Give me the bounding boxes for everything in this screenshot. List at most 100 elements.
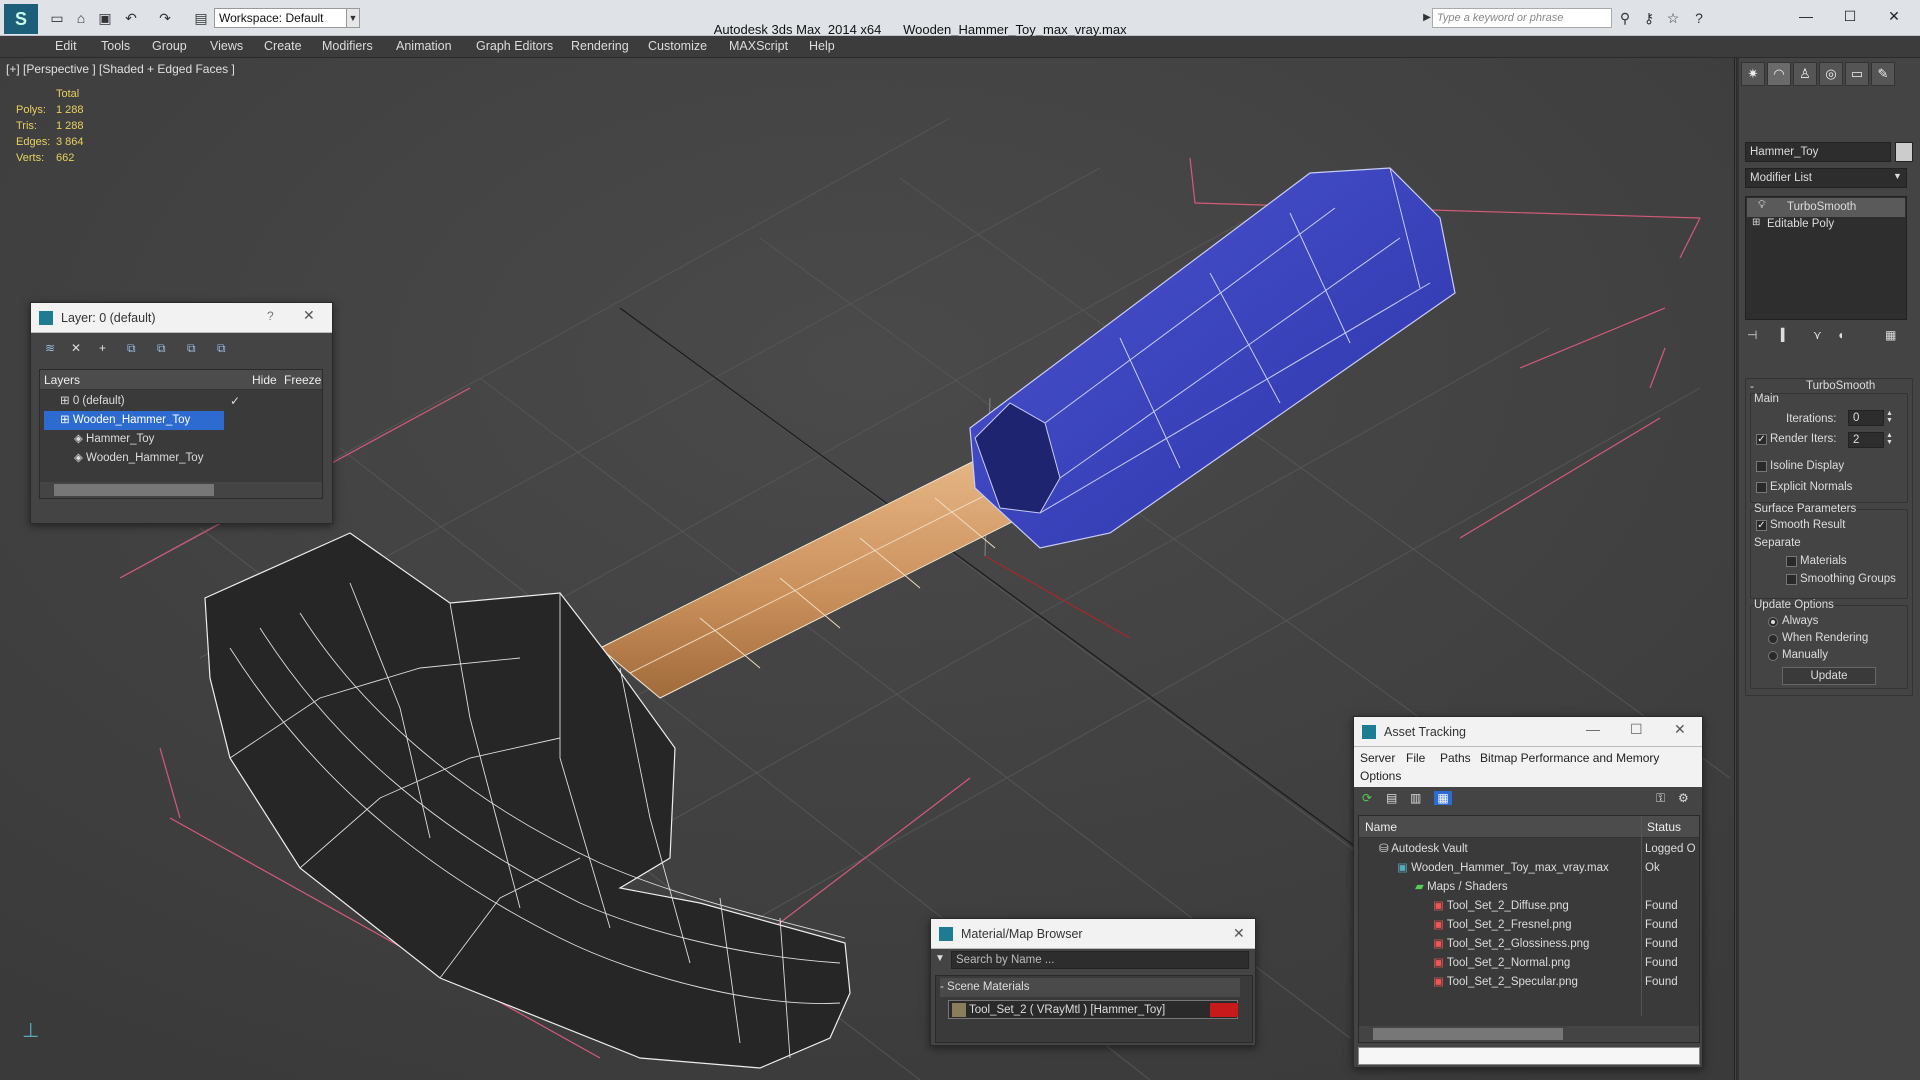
search-input[interactable]: Type a keyword or phrase: [1432, 8, 1612, 28]
close-icon[interactable]: ✕: [1674, 721, 1686, 738]
create-tab-icon[interactable]: ✷: [1741, 62, 1765, 86]
menu-server[interactable]: Server: [1360, 751, 1395, 765]
when-rendering-radio[interactable]: [1768, 634, 1778, 644]
asset-row[interactable]: ▣ Tool_Set_2_Diffuse.png: [1433, 897, 1569, 916]
asset-row[interactable]: ▣ Wooden_Hammer_Toy_max_vray.max: [1397, 859, 1609, 878]
menu-tools[interactable]: Tools: [101, 39, 130, 53]
material-search-input[interactable]: Search by Name ...: [951, 951, 1249, 969]
column-name[interactable]: Name: [1365, 817, 1397, 837]
save-file-icon[interactable]: ▣: [96, 9, 114, 27]
key-icon[interactable]: ⚷: [1640, 9, 1658, 27]
asset-row[interactable]: ▰ Maps / Shaders: [1415, 878, 1508, 897]
tree-view-icon[interactable]: ▥: [1410, 791, 1421, 805]
open-file-icon[interactable]: ⌂: [72, 9, 90, 27]
iterations-spinner[interactable]: 0: [1848, 410, 1884, 426]
pin-stack-icon[interactable]: ⊣: [1747, 328, 1757, 342]
make-unique-icon[interactable]: ⋎: [1813, 328, 1822, 342]
manually-radio[interactable]: [1768, 651, 1778, 661]
scrollbar-thumb[interactable]: [54, 484, 214, 496]
spinner-arrows-icon[interactable]: ▲ ▼: [1886, 410, 1893, 424]
menu-views[interactable]: Views: [210, 39, 243, 53]
close-button[interactable]: ✕: [1872, 4, 1916, 28]
layer-row-selected[interactable]: ⊞ Wooden_Hammer_Toy: [44, 411, 224, 430]
asset-row[interactable]: ▣ Tool_Set_2_Normal.png: [1433, 954, 1570, 973]
column-layers[interactable]: Layers: [44, 370, 80, 390]
remove-modifier-icon[interactable]: ◖: [1837, 328, 1844, 342]
viewport-label[interactable]: [+] [Perspective ] [Shaded + Edged Faces…: [6, 62, 235, 76]
scene-materials-group[interactable]: - Scene Materials: [940, 978, 1240, 997]
star-icon[interactable]: ☆: [1664, 9, 1682, 27]
expand-icon[interactable]: ⊞: [1752, 217, 1760, 228]
spinner-arrows-icon[interactable]: ▲ ▼: [1886, 432, 1893, 446]
rollout-title[interactable]: TurboSmooth: [1806, 380, 1875, 392]
asset-row[interactable]: ⛁ Autodesk Vault: [1379, 840, 1468, 859]
chevron-down-icon[interactable]: ▼: [1893, 171, 1902, 181]
menu-modifiers[interactable]: Modifiers: [322, 39, 373, 53]
menu-edit[interactable]: Edit: [55, 39, 77, 53]
configure-sets-icon[interactable]: ▦: [1885, 328, 1896, 342]
list-view-icon[interactable]: ▤: [1386, 791, 1397, 805]
maximize-icon[interactable]: ☐: [1630, 721, 1643, 738]
material-item[interactable]: Tool_Set_2 ( VRayMtl ) [Hammer_Toy]: [948, 1000, 1238, 1019]
hierarchy-tab-icon[interactable]: ♙: [1793, 62, 1817, 86]
asset-tracking-title[interactable]: Asset Tracking: [1354, 717, 1702, 747]
add-layer-icon[interactable]: +: [99, 341, 106, 355]
highlight-layer-icon[interactable]: ⧉: [187, 341, 196, 356]
horizontal-scrollbar[interactable]: [40, 482, 322, 498]
asset-row[interactable]: ▣ Tool_Set_2_Specular.png: [1433, 973, 1578, 992]
binoculars-icon[interactable]: ⚲: [1616, 9, 1634, 27]
menu-maxscript[interactable]: MAXScript: [729, 39, 788, 53]
add-selection-icon[interactable]: ⧉: [127, 341, 136, 356]
explicit-normals-checkbox[interactable]: [1756, 482, 1767, 493]
smoothing-groups-checkbox[interactable]: [1786, 574, 1797, 585]
menu-file[interactable]: File: [1406, 751, 1425, 765]
motion-tab-icon[interactable]: ◎: [1819, 62, 1843, 86]
object-name-field[interactable]: Hammer_Toy: [1745, 142, 1891, 162]
smooth-result-checkbox[interactable]: ✓: [1756, 520, 1767, 531]
menu-bitmap-performance[interactable]: Bitmap Performance and Memory: [1480, 751, 1659, 765]
project-folder-icon[interactable]: ▤: [192, 9, 210, 27]
table-view-icon[interactable]: ▦: [1434, 791, 1452, 805]
render-iters-spinner[interactable]: 2: [1848, 432, 1884, 448]
update-button[interactable]: Update: [1782, 667, 1876, 685]
workspace-select[interactable]: Workspace: Default: [214, 8, 360, 28]
utilities-tab-icon[interactable]: ✎: [1871, 62, 1895, 86]
menu-animation[interactable]: Animation: [396, 39, 452, 53]
undo-icon[interactable]: ↶: [122, 9, 140, 27]
close-icon[interactable]: ✕: [303, 307, 315, 324]
menu-options[interactable]: Options: [1360, 769, 1401, 783]
select-objects-icon[interactable]: ⧉: [157, 341, 166, 356]
chevron-down-icon[interactable]: ▼: [346, 8, 360, 28]
object-color-swatch[interactable]: [1895, 142, 1913, 162]
collapse-icon[interactable]: -: [1750, 379, 1754, 393]
asset-row[interactable]: ▣ Tool_Set_2_Glossiness.png: [1433, 935, 1589, 954]
modify-tab-icon[interactable]: ◠: [1767, 62, 1791, 86]
modifier-list-dropdown[interactable]: Modifier List: [1745, 168, 1907, 188]
materials-checkbox[interactable]: [1786, 556, 1797, 567]
isoline-display-checkbox[interactable]: [1756, 461, 1767, 472]
menu-paths[interactable]: Paths: [1440, 751, 1471, 765]
menu-help[interactable]: Help: [809, 39, 835, 53]
minimize-button[interactable]: —: [1784, 4, 1828, 28]
scrollbar-thumb[interactable]: [1373, 1028, 1563, 1040]
vault-connect-icon[interactable]: ⚿: [1656, 791, 1665, 806]
horizontal-scrollbar[interactable]: [1359, 1026, 1699, 1042]
menu-customize[interactable]: Customize: [648, 39, 707, 53]
menu-graph-editors[interactable]: Graph Editors: [476, 39, 553, 53]
menu-group[interactable]: Group: [152, 39, 187, 53]
minimize-icon[interactable]: —: [1586, 721, 1600, 737]
layer-dialog-title[interactable]: Layer: 0 (default): [31, 303, 332, 333]
layer-row[interactable]: ◈ Wooden_Hammer_Toy: [74, 449, 203, 468]
menu-rendering[interactable]: Rendering: [571, 39, 629, 53]
material-browser-title[interactable]: Material/Map Browser: [931, 919, 1255, 949]
layer-select-icon[interactable]: ≋: [45, 341, 55, 355]
asset-path-field[interactable]: [1358, 1047, 1700, 1065]
show-end-result-icon[interactable]: ▍: [1781, 328, 1790, 342]
column-freeze[interactable]: Freeze: [284, 370, 321, 390]
column-status[interactable]: Status: [1647, 817, 1681, 837]
app-logo-button[interactable]: S: [4, 4, 38, 34]
redo-icon[interactable]: ↷: [156, 9, 174, 27]
delete-layer-icon[interactable]: ✕: [71, 341, 81, 355]
vault-settings-icon[interactable]: ⚙: [1678, 791, 1689, 805]
render-iters-checkbox[interactable]: ✓: [1756, 434, 1767, 445]
